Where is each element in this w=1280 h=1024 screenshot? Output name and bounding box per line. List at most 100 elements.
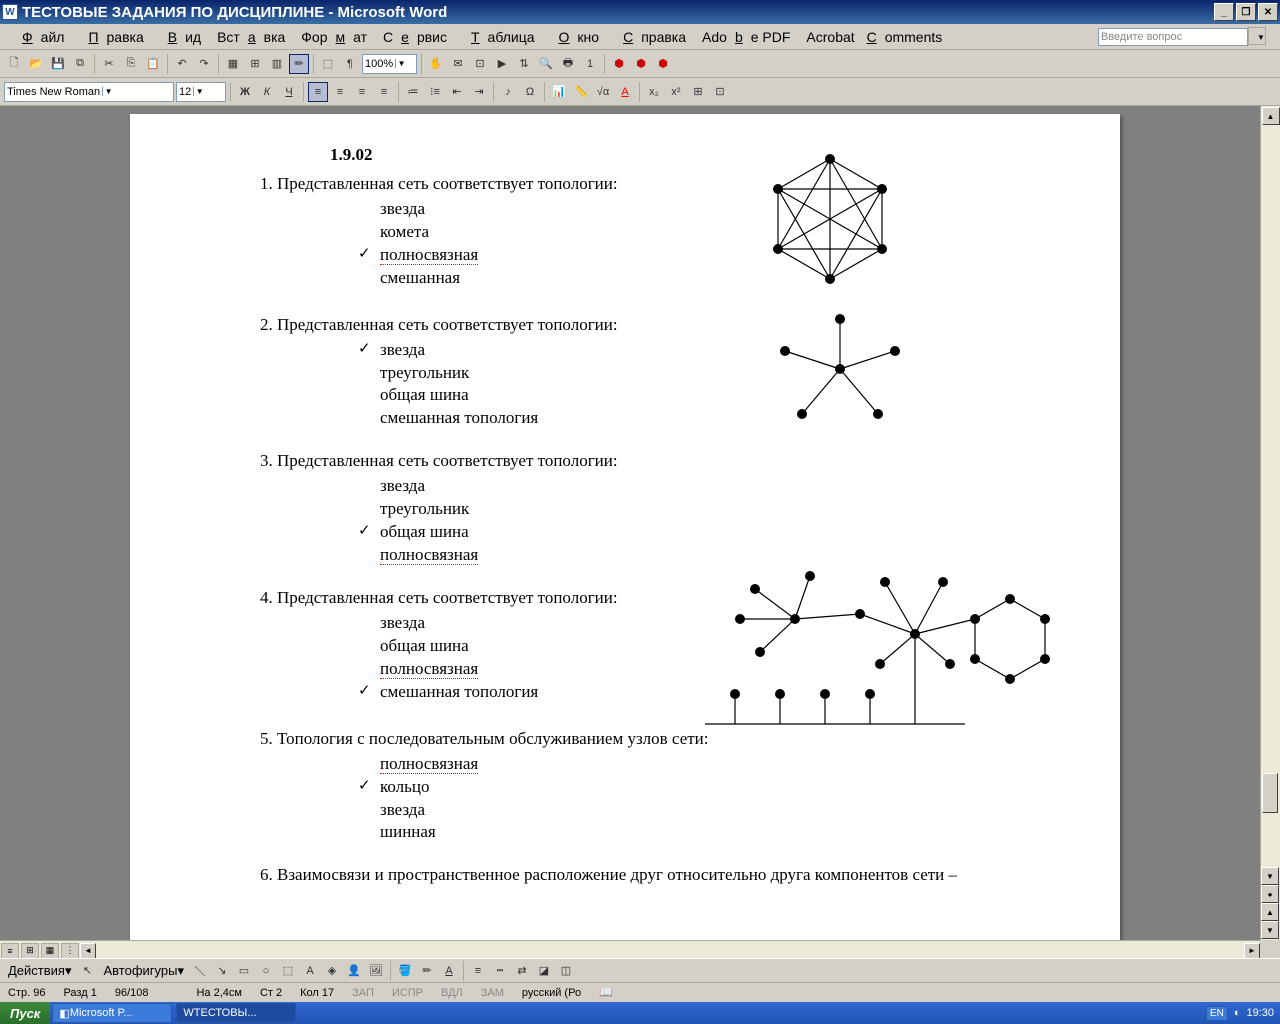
menu-file[interactable]: Файл: [6, 27, 72, 47]
bullet-list-icon[interactable]: ⁝≡: [425, 82, 445, 102]
italic-icon[interactable]: К: [257, 82, 277, 102]
pdf-icon[interactable]: ⬢: [609, 54, 629, 74]
menu-tools[interactable]: Сервис: [375, 27, 455, 47]
paste-icon[interactable]: 📋: [143, 54, 163, 74]
para-icon[interactable]: ⊞: [688, 82, 708, 102]
numbered-list-icon[interactable]: ≔: [403, 82, 423, 102]
chart-icon[interactable]: 📊: [549, 82, 569, 102]
font-size-combo[interactable]: 12▼: [176, 82, 226, 102]
font-combo[interactable]: Times New Roman▼: [4, 82, 174, 102]
web-view-icon[interactable]: ⊞: [21, 943, 39, 959]
indent-out-icon[interactable]: ⇤: [447, 82, 467, 102]
redo-icon[interactable]: ↷: [194, 54, 214, 74]
spellcheck-icon[interactable]: 📖: [595, 986, 611, 1000]
line-style-icon[interactable]: ≡: [468, 961, 488, 981]
select-arrow-icon[interactable]: ↖: [78, 961, 98, 981]
columns-icon[interactable]: ▥: [267, 54, 287, 74]
horizontal-scrollbar[interactable]: ≡ ⊞ ▦ ⋮ ◄ ►: [0, 940, 1260, 960]
status-ovr[interactable]: ЗАМ: [477, 987, 508, 999]
borders-icon[interactable]: ⊡: [710, 82, 730, 102]
diagram-icon[interactable]: ◈: [322, 961, 342, 981]
start-button[interactable]: Пуск: [0, 1002, 50, 1024]
outline-view-icon[interactable]: ⋮: [61, 943, 79, 959]
status-ext[interactable]: ВДЛ: [437, 987, 467, 999]
menu-insert[interactable]: Вставка: [209, 27, 293, 47]
drawing-icon[interactable]: ✏: [289, 54, 309, 74]
map-icon[interactable]: ⬚: [318, 54, 338, 74]
open-icon[interactable]: 📂: [26, 54, 46, 74]
dash-style-icon[interactable]: ┅: [490, 961, 510, 981]
font-color-draw-icon[interactable]: A: [439, 961, 459, 981]
align-left-icon[interactable]: ≡: [308, 82, 328, 102]
underline-icon[interactable]: Ч: [279, 82, 299, 102]
indent-in-icon[interactable]: ⇥: [469, 82, 489, 102]
menu-format[interactable]: Формат: [293, 27, 375, 47]
tables-icon[interactable]: ▦: [223, 54, 243, 74]
clock[interactable]: 19:30: [1246, 1007, 1274, 1019]
sort-icon[interactable]: ⇅: [514, 54, 534, 74]
close-button[interactable]: ✕: [1258, 3, 1278, 21]
oval-icon[interactable]: ○: [256, 961, 276, 981]
fill-color-icon[interactable]: 🪣: [395, 961, 415, 981]
tray-icon[interactable]: ◐: [1234, 1007, 1241, 1019]
align-right-icon[interactable]: ≡: [352, 82, 372, 102]
envelope-icon[interactable]: ✉: [448, 54, 468, 74]
copy-icon[interactable]: ⎘: [121, 54, 141, 74]
ask-question-input[interactable]: [1098, 28, 1248, 46]
menu-edit[interactable]: Правка: [72, 27, 151, 47]
pdf-review-icon[interactable]: ⬢: [653, 54, 673, 74]
status-lang[interactable]: русский (Ро: [518, 987, 585, 999]
normal-view-icon[interactable]: ≡: [1, 943, 19, 959]
pdf-mail-icon[interactable]: ⬢: [631, 54, 651, 74]
minimize-button[interactable]: _: [1214, 3, 1234, 21]
document-area[interactable]: 1.9.021. Представленная сеть соответству…: [0, 106, 1260, 940]
status-rec[interactable]: ЗАП: [348, 987, 378, 999]
arrow-icon[interactable]: ↘: [212, 961, 232, 981]
textbox-icon[interactable]: ⬚: [278, 961, 298, 981]
ask-question-box[interactable]: ▼: [1090, 25, 1274, 48]
align-justify-icon[interactable]: ≡: [374, 82, 394, 102]
page-num-icon[interactable]: 1: [580, 54, 600, 74]
menu-adobe-pdf[interactable]: Adobe PDF: [694, 27, 798, 47]
line-color-icon[interactable]: ✏: [417, 961, 437, 981]
menu-table[interactable]: Таблица: [455, 27, 543, 47]
taskbar-item-powerpoint[interactable]: ◧ Microsoft P...: [52, 1003, 172, 1023]
rect-icon[interactable]: ▭: [234, 961, 254, 981]
vertical-scrollbar[interactable]: ▲ ▼ ● ▲ ▼: [1260, 106, 1280, 940]
clipart-icon[interactable]: 👤: [344, 961, 364, 981]
undo-icon[interactable]: ↶: [172, 54, 192, 74]
save-icon[interactable]: 💾: [48, 54, 68, 74]
line-icon[interactable]: ＼: [190, 961, 210, 981]
font-color-icon[interactable]: A: [615, 82, 635, 102]
save-all-icon[interactable]: ⧉: [70, 54, 90, 74]
print-preview-icon[interactable]: 🔍: [536, 54, 556, 74]
print-icon[interactable]: 🖶: [558, 54, 578, 74]
menu-window[interactable]: Окно: [543, 27, 608, 47]
shadow-icon[interactable]: ◪: [534, 961, 554, 981]
subscript-icon[interactable]: x₂: [644, 82, 664, 102]
zoom-combo[interactable]: 100%▼: [362, 54, 417, 74]
menu-help[interactable]: Справка: [607, 27, 694, 47]
cut-icon[interactable]: ✂: [99, 54, 119, 74]
insert-table-icon[interactable]: ⊞: [245, 54, 265, 74]
picture-icon[interactable]: 🖼: [366, 961, 386, 981]
arrow-style-icon[interactable]: ⇄: [512, 961, 532, 981]
bold-icon[interactable]: Ж: [235, 82, 255, 102]
status-trk[interactable]: ИСПР: [388, 987, 427, 999]
sound-icon[interactable]: ♪: [498, 82, 518, 102]
actions-menu[interactable]: Действия▾: [4, 963, 76, 979]
merge-icon[interactable]: ⊡: [470, 54, 490, 74]
print-view-icon[interactable]: ▦: [41, 943, 59, 959]
menu-view[interactable]: Вид: [152, 27, 209, 47]
lang-indicator[interactable]: EN: [1206, 1006, 1228, 1021]
equation-icon[interactable]: √α: [593, 82, 613, 102]
restore-button[interactable]: ❐: [1236, 3, 1256, 21]
autoshapes-menu[interactable]: Автофигуры▾: [100, 963, 189, 979]
show-para-icon[interactable]: ¶: [340, 54, 360, 74]
align-center-icon[interactable]: ≡: [330, 82, 350, 102]
taskbar-item-word[interactable]: W ТЕСТОВЫ...: [176, 1003, 296, 1023]
play-icon[interactable]: ▶: [492, 54, 512, 74]
menu-acrobat-comments[interactable]: Acrobat Comments: [798, 27, 950, 47]
superscript-icon[interactable]: x²: [666, 82, 686, 102]
wordart-icon[interactable]: A: [300, 961, 320, 981]
